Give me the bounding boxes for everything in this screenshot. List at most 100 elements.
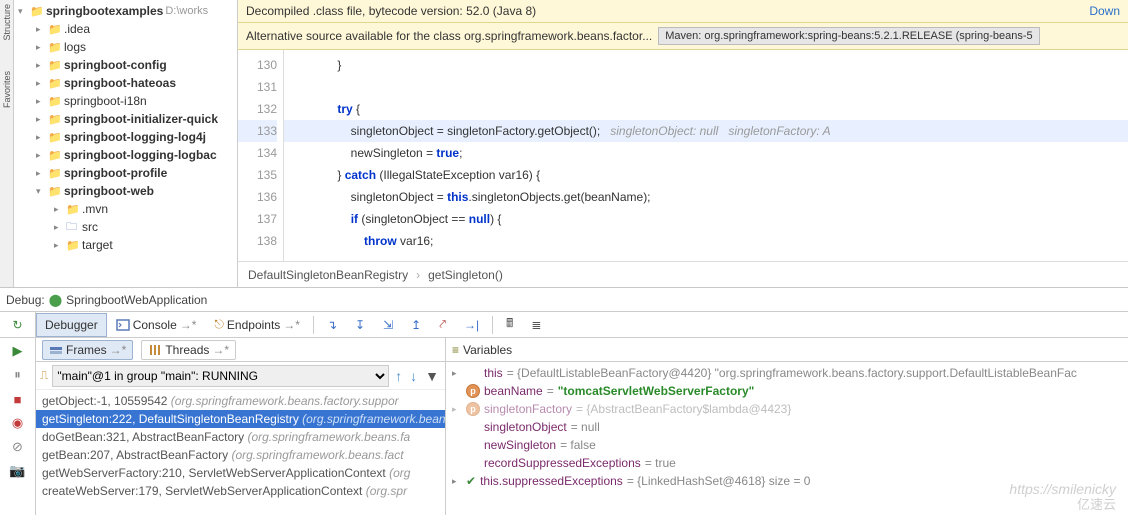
- tree-item-label: springboot-web: [64, 184, 154, 198]
- tree-item[interactable]: springboot-i18n: [14, 92, 237, 110]
- favorites-tab[interactable]: Favorites: [2, 71, 12, 108]
- expand-arrow-icon[interactable]: [36, 150, 46, 161]
- pause-icon[interactable]: ⏸: [9, 366, 27, 384]
- drop-frame-icon[interactable]: ⤤: [430, 312, 455, 337]
- structure-tab[interactable]: Structure: [2, 4, 12, 41]
- frames-list[interactable]: getObject:-1, 10559542 (org.springframew…: [36, 390, 445, 515]
- expand-arrow-icon[interactable]: [36, 42, 46, 53]
- camera-icon[interactable]: 📷: [9, 462, 27, 480]
- tree-item[interactable]: springboot-config: [14, 56, 237, 74]
- alt-source-button[interactable]: Maven: org.springframework:spring-beans:…: [658, 27, 1039, 45]
- mute-breakpoints-icon[interactable]: ⊘: [9, 438, 27, 456]
- stack-frame[interactable]: getBean:207, AbstractBeanFactory (org.sp…: [36, 446, 445, 464]
- expand-arrow-icon[interactable]: [36, 78, 46, 89]
- expand-arrow-icon[interactable]: [36, 186, 46, 197]
- expand-arrow-icon[interactable]: [18, 6, 28, 17]
- expand-arrow-icon[interactable]: [54, 222, 64, 233]
- stop-icon[interactable]: ■: [9, 390, 27, 408]
- tree-item[interactable]: springboot-hateoas: [14, 74, 237, 92]
- variable-value: =: [547, 384, 554, 398]
- tab-endpoints[interactable]: ⎋ Endpoints→*: [205, 312, 309, 337]
- folder-icon: [48, 112, 62, 126]
- variable-row[interactable]: recordSuppressedExceptions = true: [446, 454, 1128, 472]
- variable-row[interactable]: ▸this = {DefaultListableBeanFactory@4420…: [446, 364, 1128, 382]
- variable-value: = false: [560, 438, 596, 452]
- folder-icon: [66, 238, 80, 252]
- trace-icon[interactable]: ≣: [522, 313, 550, 337]
- rerun-icon[interactable]: ↻: [12, 318, 22, 332]
- expand-arrow-icon[interactable]: [36, 96, 46, 107]
- threads-tab[interactable]: Threads→*: [141, 340, 236, 360]
- view-breakpoints-icon[interactable]: ◉: [9, 414, 27, 432]
- variable-row[interactable]: pbeanName = "tomcatServletWebServerFacto…: [446, 382, 1128, 400]
- expand-arrow-icon[interactable]: [36, 24, 46, 35]
- frames-tab[interactable]: Frames→*: [42, 340, 133, 360]
- variable-name: beanName: [484, 384, 543, 398]
- expand-arrow-icon[interactable]: [54, 240, 64, 251]
- expand-arrow-icon[interactable]: [36, 132, 46, 143]
- tab-debugger[interactable]: Debugger: [36, 313, 107, 337]
- download-sources-link[interactable]: Down: [1089, 4, 1120, 18]
- run-to-cursor-icon[interactable]: →|: [455, 313, 488, 337]
- endpoints-icon: ⎋: [214, 317, 224, 332]
- tree-item[interactable]: springbootexamples D:\works: [14, 2, 237, 20]
- folder-icon: [66, 218, 80, 237]
- tree-item-label: .idea: [64, 22, 90, 36]
- variable-value: = null: [571, 420, 600, 434]
- step-over-icon[interactable]: ↴: [318, 313, 346, 337]
- folder-icon: [48, 40, 62, 54]
- variable-row[interactable]: newSingleton = false: [446, 436, 1128, 454]
- left-gutter: Structure Favorites: [0, 0, 14, 287]
- evaluate-expr-icon[interactable]: 🖩: [497, 309, 522, 340]
- stack-frame[interactable]: doGetBean:321, AbstractBeanFactory (org.…: [36, 428, 445, 446]
- folder-icon: [48, 58, 62, 72]
- tree-item[interactable]: springboot-logging-logbac: [14, 146, 237, 164]
- tree-item[interactable]: .idea: [14, 20, 237, 38]
- force-step-into-icon[interactable]: ⇲: [374, 313, 402, 337]
- tree-item[interactable]: target: [14, 236, 237, 254]
- tree-item[interactable]: springboot-profile: [14, 164, 237, 182]
- expand-arrow-icon[interactable]: [54, 204, 64, 215]
- expand-arrow-icon[interactable]: [36, 168, 46, 179]
- tree-item[interactable]: springboot-web: [14, 182, 237, 200]
- tree-item[interactable]: springboot-logging-log4j: [14, 128, 237, 146]
- tree-item[interactable]: .mvn: [14, 200, 237, 218]
- folder-icon: [48, 166, 62, 180]
- stack-frame[interactable]: getObject:-1, 10559542 (org.springframew…: [36, 392, 445, 410]
- stack-frame[interactable]: getWebServerFactory:210, ServletWebServe…: [36, 464, 445, 482]
- tab-console[interactable]: Console→*: [107, 313, 206, 337]
- variable-row[interactable]: ▸psingletonFactory = {AbstractBeanFactor…: [446, 400, 1128, 418]
- step-into-icon[interactable]: ↧: [346, 313, 374, 337]
- tree-item-label: springboot-i18n: [64, 94, 147, 108]
- tree-item[interactable]: src: [14, 218, 237, 236]
- code-lines[interactable]: } try { singletonObject = singletonFacto…: [284, 50, 1128, 261]
- expand-arrow-icon[interactable]: [36, 60, 46, 71]
- thread-selector[interactable]: "main"@1 in group "main": RUNNING: [52, 365, 389, 387]
- project-tree[interactable]: springbootexamples D:\works.idealogsspri…: [14, 0, 238, 287]
- variable-row[interactable]: singletonObject = null: [446, 418, 1128, 436]
- breadcrumb-method[interactable]: getSingleton(): [428, 268, 503, 282]
- code-editor[interactable]: 130131132133134135136137138 } try { sing…: [238, 50, 1128, 261]
- var-kind-icon: p: [466, 384, 480, 398]
- step-out-icon[interactable]: ↥: [402, 313, 430, 337]
- filter-frames-icon[interactable]: ▼: [423, 368, 441, 384]
- prev-frame-icon[interactable]: ↑: [393, 368, 404, 384]
- tree-item[interactable]: springboot-initializer-quick: [14, 110, 237, 128]
- expand-arrow-icon[interactable]: ▸: [452, 368, 462, 379]
- variable-value: = true: [645, 456, 676, 470]
- expand-arrow-icon[interactable]: [36, 114, 46, 125]
- breadcrumb-class[interactable]: DefaultSingletonBeanRegistry: [248, 268, 408, 282]
- next-frame-icon[interactable]: ↓: [408, 368, 419, 384]
- variables-icon: ≡: [452, 343, 459, 357]
- tree-item-label: springboot-hateoas: [64, 76, 176, 90]
- stack-frame[interactable]: getSingleton:222, DefaultSingletonBeanRe…: [36, 410, 445, 428]
- folder-icon: [48, 76, 62, 90]
- console-icon: [116, 318, 130, 332]
- stack-frame[interactable]: createWebServer:179, ServletWebServerApp…: [36, 482, 445, 500]
- debug-target[interactable]: SpringbootWebApplication: [66, 293, 207, 307]
- resume-icon[interactable]: ▶: [9, 342, 27, 360]
- breadcrumb[interactable]: DefaultSingletonBeanRegistry › getSingle…: [238, 261, 1128, 287]
- expand-arrow-icon[interactable]: ▸: [452, 476, 462, 487]
- expand-arrow-icon[interactable]: ▸: [452, 404, 462, 415]
- tree-item[interactable]: logs: [14, 38, 237, 56]
